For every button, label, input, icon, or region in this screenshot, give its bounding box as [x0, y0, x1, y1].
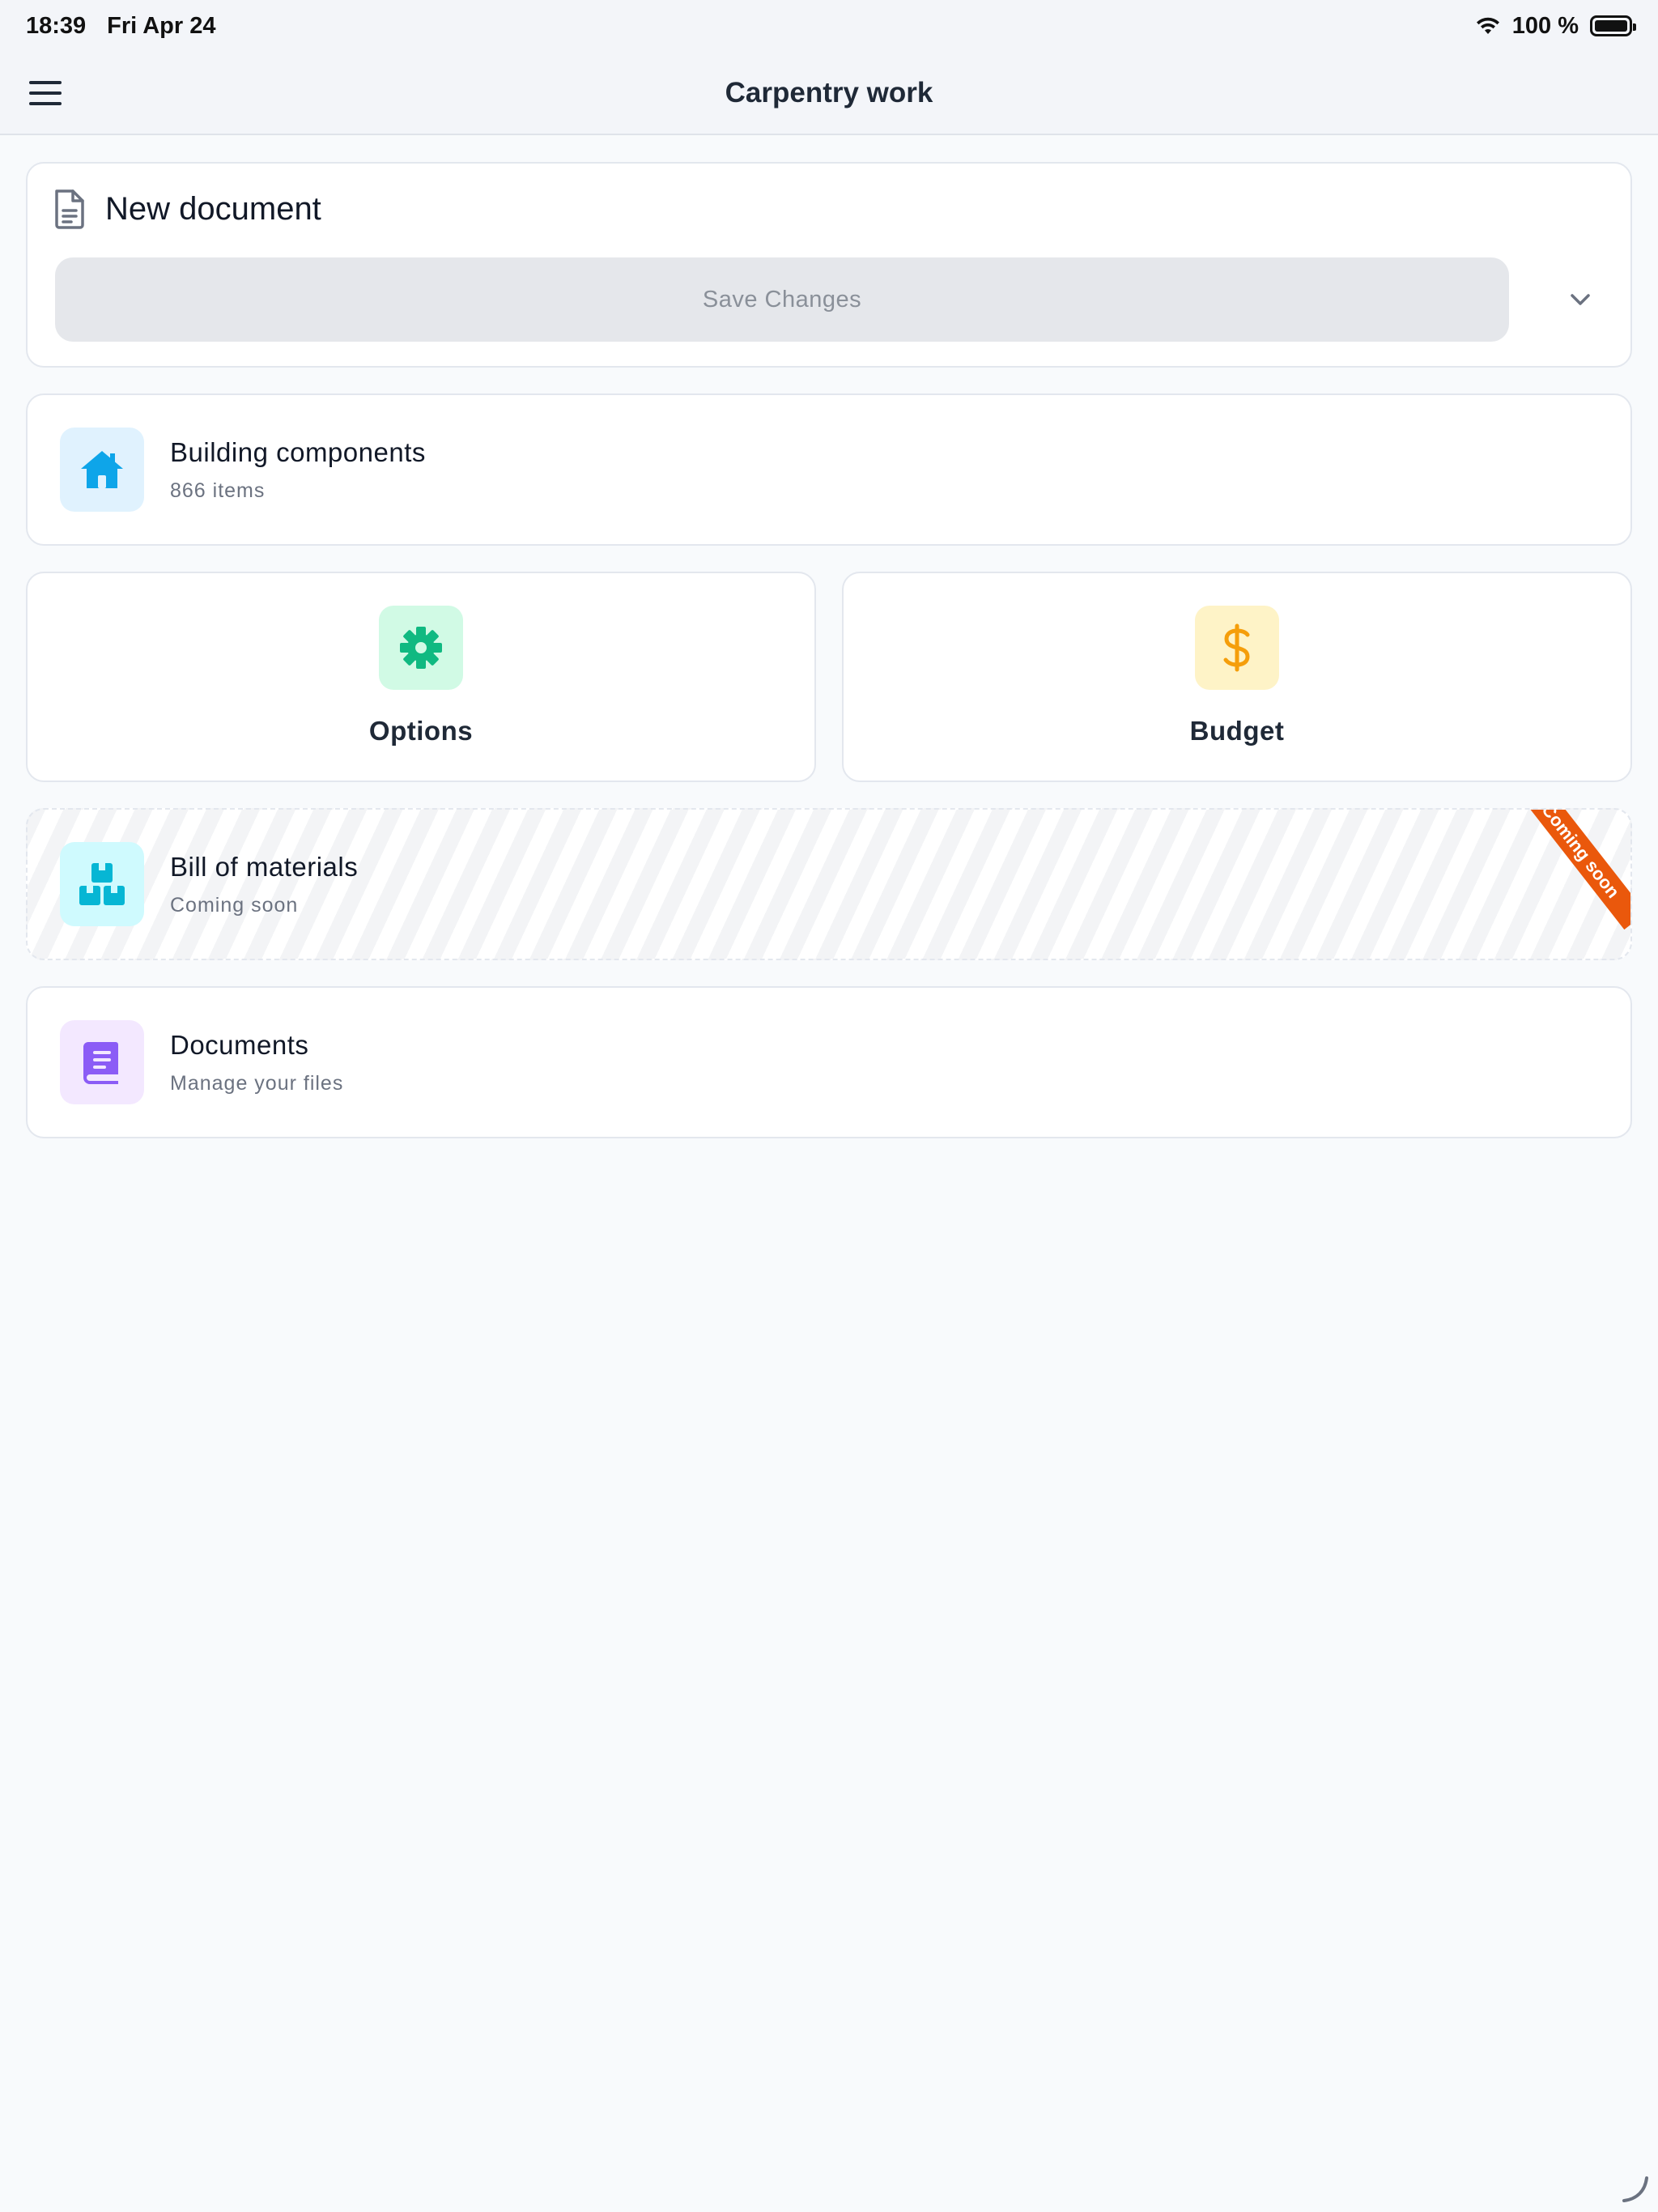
bill-of-materials-text: Bill of materials Coming soon	[170, 852, 358, 917]
home-icon-tile	[60, 428, 144, 512]
new-document-header: New document	[52, 188, 321, 230]
building-components-title: Building components	[170, 436, 426, 467]
document-title: New document	[105, 190, 321, 227]
status-bar: 18:39 Fri Apr 24 100 %	[0, 0, 1658, 52]
nav-bar: Carpentry work	[0, 52, 1658, 135]
building-components-count: 866 items	[170, 479, 266, 502]
bill-of-materials-status: Coming soon	[170, 893, 299, 917]
budget-card[interactable]: Budget	[842, 572, 1632, 782]
book-icon	[83, 1042, 118, 1084]
corner-indicator-icon	[1622, 2176, 1648, 2202]
boxes-icon	[79, 863, 125, 905]
documents-card[interactable]: Documents Manage your files	[26, 986, 1632, 1138]
battery-percent: 100 %	[1511, 12, 1579, 39]
dollar-icon-tile	[1195, 606, 1279, 690]
page-title: Carpentry work	[725, 76, 933, 108]
documents-subtitle: Manage your files	[170, 1071, 344, 1095]
battery-icon	[1590, 15, 1636, 36]
home-icon	[81, 451, 123, 488]
book-icon-tile	[60, 1020, 144, 1104]
menu-line	[29, 81, 62, 84]
menu-line	[29, 102, 62, 105]
hamburger-menu-icon[interactable]	[29, 81, 62, 105]
building-components-card[interactable]: Building components 866 items	[26, 393, 1632, 546]
wifi-icon	[1476, 17, 1499, 34]
gear-icon-tile	[379, 606, 463, 690]
gear-icon	[400, 627, 442, 669]
menu-line	[29, 91, 62, 95]
document-icon	[55, 189, 84, 229]
status-left: 18:39 Fri Apr 24	[26, 13, 215, 40]
battery-fill	[1595, 20, 1627, 32]
building-components-text: Building components 866 items	[170, 437, 426, 503]
boxes-icon-tile	[60, 842, 144, 926]
coming-soon-ribbon: Coming soon	[1514, 810, 1630, 930]
options-label: Options	[368, 716, 474, 746]
chevron-down-icon[interactable]	[1562, 282, 1598, 317]
documents-text: Documents Manage your files	[170, 1030, 343, 1095]
budget-label: Budget	[1189, 716, 1285, 746]
bill-of-materials-card: Bill of materials Coming soon Coming soo…	[26, 808, 1632, 960]
dollar-icon	[1223, 623, 1250, 672]
save-changes-button[interactable]: Save Changes	[55, 257, 1509, 342]
bill-of-materials-title: Bill of materials	[170, 851, 359, 882]
options-card[interactable]: Options	[26, 572, 816, 782]
status-date: Fri Apr 24	[107, 12, 216, 39]
documents-title: Documents	[170, 1029, 309, 1060]
status-time: 18:39	[26, 12, 87, 39]
new-document-card: New document Save Changes	[26, 162, 1632, 368]
status-right: 100 %	[1475, 12, 1636, 40]
